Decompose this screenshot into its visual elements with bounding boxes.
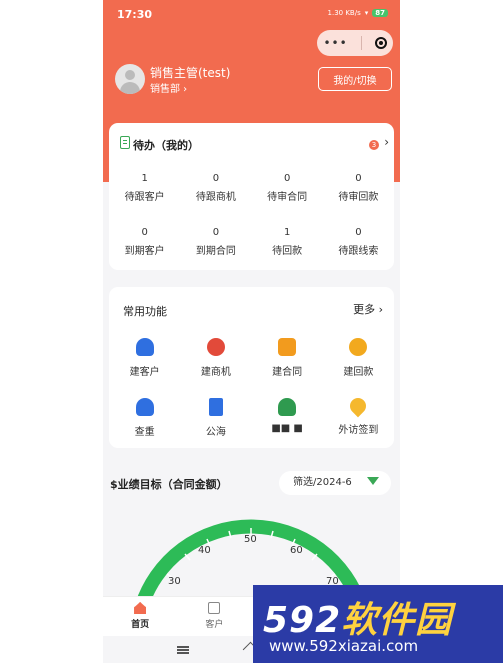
todo-item[interactable]: 0 待审合同 xyxy=(252,173,323,203)
status-icons: 1.30 KB/s ▾ 87 xyxy=(328,9,388,17)
todo-title: 待办（我的） xyxy=(133,139,199,152)
watermark-digits: 592 xyxy=(263,600,342,641)
function-label: 查重 xyxy=(134,427,155,438)
tab-label: 客户 xyxy=(205,620,224,630)
todo-label: 待跟客户 xyxy=(124,192,165,203)
filter-icon xyxy=(367,477,379,485)
phone-screen: 17:30 1.30 KB/s ▾ 87 ••• 销售主管(test) 销售部 … xyxy=(103,0,400,663)
todo-label: 待跟线索 xyxy=(338,246,379,257)
todo-list-icon xyxy=(120,136,130,149)
date-filter[interactable]: 筛选/2024-6 xyxy=(279,471,391,495)
location-icon xyxy=(347,394,370,418)
todo-item[interactable]: 1 待回款 xyxy=(252,227,323,257)
function-item[interactable]: 建合同 xyxy=(252,338,323,378)
avatar-body xyxy=(120,82,140,94)
gauge-tick-label: 50 xyxy=(244,534,257,545)
watermark-url: www.592xiazai.com xyxy=(269,637,419,655)
functions-grid: 建客户 建商机 建合同 建回款 查重 公海 ■■ ■ 外访签到 xyxy=(109,338,394,438)
function-label: 建客户 xyxy=(129,367,160,378)
function-label: 公海 xyxy=(205,427,226,438)
todo-item[interactable]: 1 待跟客户 xyxy=(109,173,180,203)
function-item[interactable]: 公海 xyxy=(180,398,251,438)
close-target-icon[interactable] xyxy=(374,37,387,49)
todo-item[interactable]: 0 到期合同 xyxy=(180,227,251,257)
todo-label: 到期合同 xyxy=(195,246,236,257)
todo-label: 待审回款 xyxy=(338,192,379,203)
customer-icon xyxy=(208,602,221,614)
function-label: 建回款 xyxy=(343,367,374,378)
net-speed: 1.30 KB/s xyxy=(327,9,361,17)
avatar[interactable] xyxy=(115,64,145,94)
wifi-icon: ▾ xyxy=(364,9,369,17)
menu-icon[interactable] xyxy=(177,646,189,648)
contract-icon xyxy=(278,338,297,356)
function-label: ■■ ■ xyxy=(271,423,303,434)
chevron-right-icon[interactable]: › xyxy=(384,135,389,149)
more-link[interactable]: 更多 › xyxy=(353,301,383,317)
function-label: 建商机 xyxy=(200,367,231,378)
todo-label: 到期客户 xyxy=(124,246,165,257)
user-department[interactable]: 销售部 › xyxy=(150,80,187,95)
gauge-tick-label: 60 xyxy=(290,545,303,556)
tab-home[interactable]: 首页 xyxy=(103,597,177,637)
function-item[interactable]: 外访签到 xyxy=(323,394,394,438)
todo-count: 0 xyxy=(141,227,148,238)
todo-label: 待跟商机 xyxy=(195,192,236,203)
watermark-text: 软件园 xyxy=(341,600,453,641)
status-time: 17:30 xyxy=(117,8,153,21)
function-item[interactable]: 建回款 xyxy=(323,338,394,378)
avatar-head xyxy=(125,70,135,80)
performance-title: $业绩目标（合同金额） xyxy=(110,478,228,491)
todo-count: 0 xyxy=(355,227,362,238)
user-name: 销售主管(test) xyxy=(150,66,231,80)
duplicate-check-icon xyxy=(135,398,154,416)
public-pool-icon xyxy=(208,398,223,416)
payment-icon xyxy=(349,338,368,356)
tab-label: 首页 xyxy=(131,620,150,630)
todo-grid: 1 待跟客户 0 待跟商机 0 待审合同 0 待审回款 0 到期客户 0 到期合同 1 待回款… xyxy=(109,173,394,257)
todo-item[interactable]: 0 待跟商机 xyxy=(180,173,251,203)
status-bar: 17:30 1.30 KB/s ▾ 87 xyxy=(103,0,400,30)
todo-count: 0 xyxy=(355,173,362,184)
todo-count: 0 xyxy=(212,173,220,184)
todo-label: 待审合同 xyxy=(267,192,308,203)
todo-label: 待回款 xyxy=(272,246,303,257)
gauge-tick-label: 30 xyxy=(168,576,181,587)
opportunity-icon xyxy=(206,338,225,356)
function-item[interactable]: 建客户 xyxy=(109,338,180,378)
todo-count: 1 xyxy=(283,227,291,238)
switch-account-button[interactable]: 我的/切换 xyxy=(318,67,392,91)
miniprogram-capsule[interactable]: ••• xyxy=(317,30,393,56)
todo-count: 0 xyxy=(283,173,291,184)
filter-label: 筛选/2024-6 xyxy=(293,477,352,488)
battery-icon: 87 xyxy=(372,9,388,17)
tab-customer[interactable]: 客户 xyxy=(177,597,251,637)
functions-title: 常用功能 xyxy=(123,305,167,318)
function-label: 外访签到 xyxy=(338,425,379,436)
todo-count: 1 xyxy=(141,173,148,184)
watermark-brand: 592软件园 xyxy=(263,591,452,643)
home-icon xyxy=(134,602,147,614)
todo-card: 待办（我的） 3 › 1 待跟客户 0 待跟商机 0 待审合同 0 待审回款 0 到期客户… xyxy=(109,123,394,270)
function-item[interactable]: ■■ ■ xyxy=(252,398,323,438)
contact-icon xyxy=(278,398,297,416)
functions-card: 常用功能 更多 › 建客户 建商机 建合同 建回款 查重 公海 ■■ ■ 外访签… xyxy=(109,287,394,448)
todo-badge: 3 xyxy=(369,140,379,150)
more-dots-icon[interactable]: ••• xyxy=(323,36,347,50)
watermark-logo: 592软件园 www.592xiazai.com xyxy=(253,585,503,663)
gauge-tick-label: 40 xyxy=(198,545,211,556)
function-label: 建合同 xyxy=(272,367,303,378)
todo-count: 0 xyxy=(212,227,220,238)
todo-item[interactable]: 0 待跟线索 xyxy=(323,227,394,257)
todo-item[interactable]: 0 到期客户 xyxy=(109,227,180,257)
add-customer-icon xyxy=(135,338,154,356)
function-item[interactable]: 查重 xyxy=(109,398,180,438)
capsule-divider xyxy=(360,36,362,50)
function-item[interactable]: 建商机 xyxy=(180,338,251,378)
todo-item[interactable]: 0 待审回款 xyxy=(323,173,394,203)
